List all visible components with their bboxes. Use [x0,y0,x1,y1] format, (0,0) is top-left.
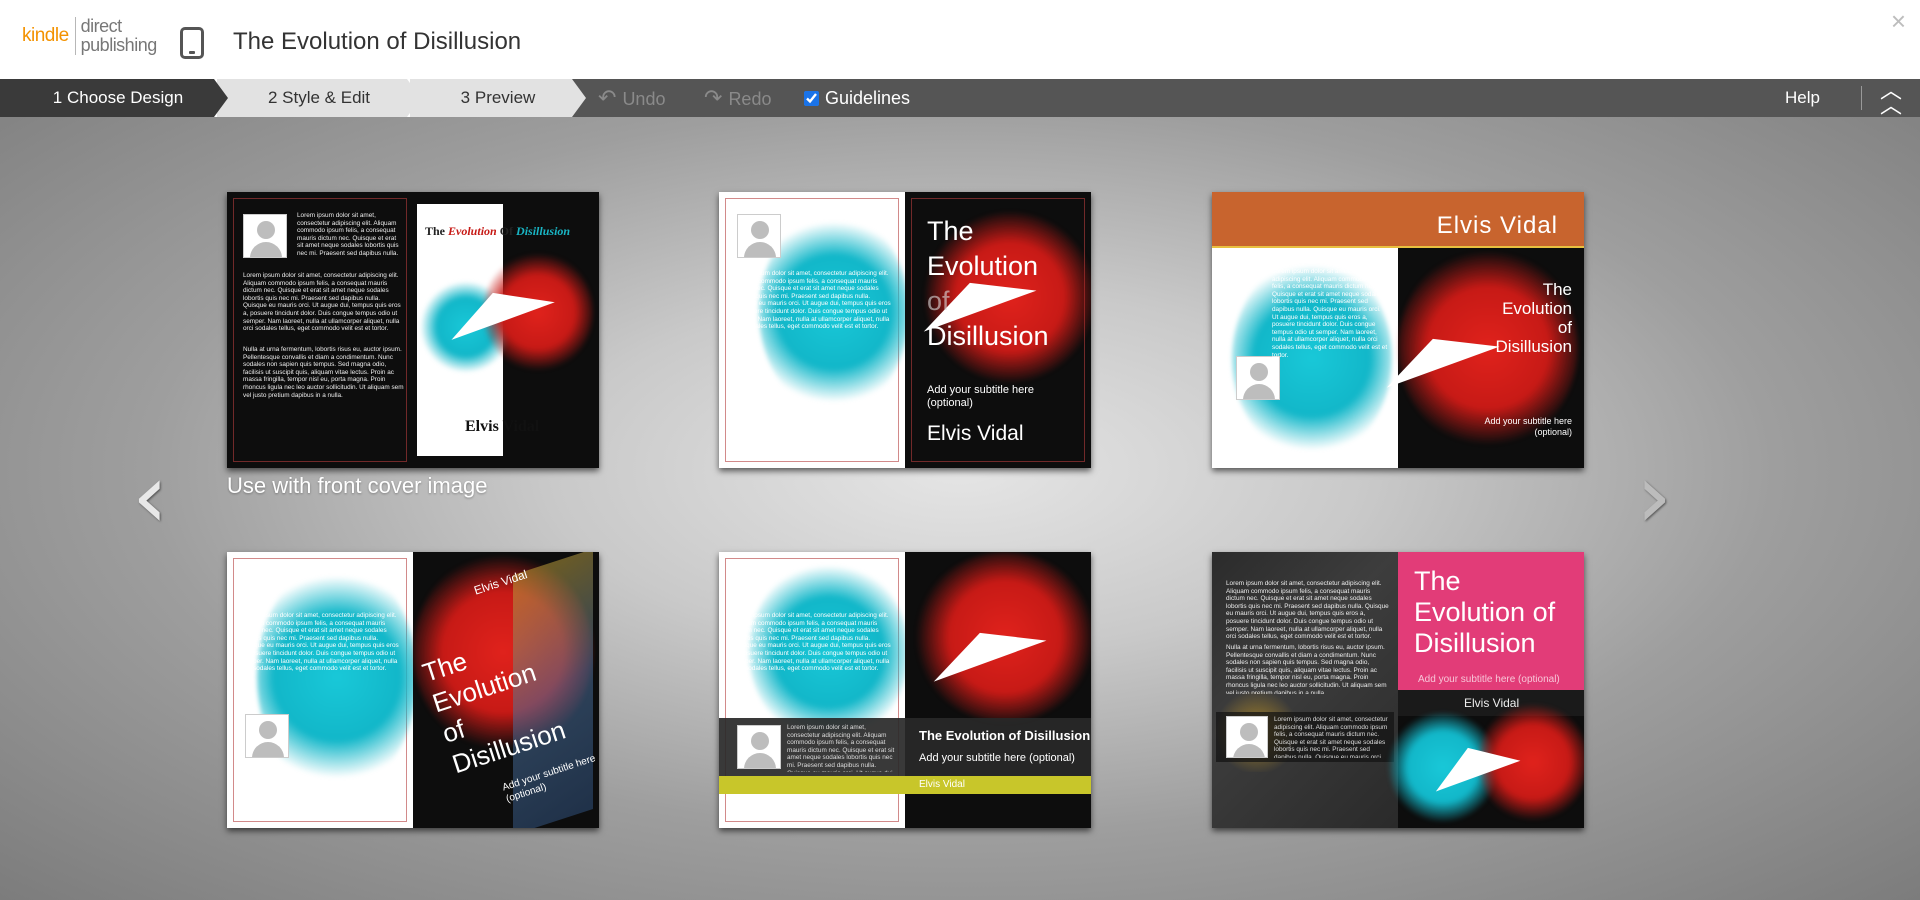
cover-subtitle: Add your subtitle here (optional) [919,752,1075,764]
redo-label: Redo [728,89,772,109]
logo-publishing: publishing [80,35,158,55]
cover-author: Elvis Vidal [465,418,540,435]
title-evolution: Evolution [448,224,497,238]
title-line-2: Evolution [1502,299,1572,318]
logo-kindle: kindle [22,25,69,46]
title-line-4: Disillusion [1495,337,1572,356]
toolbar: 1 Choose Design 2 Style & Edit 3 Preview… [0,79,1920,117]
next-page-chevron-right-icon[interactable]: › [1636,452,1672,542]
tablet-device-icon [180,27,204,59]
back-cover-text: Lorem ipsum dolor sit amet, consectetur … [733,612,891,673]
author-photo-placeholder [1226,716,1268,758]
design-card-1[interactable]: Lorem ipsum dolor sit amet, consectetur … [227,192,599,468]
title-line-1: The [1542,280,1572,299]
title-disillusion: Disillusion [516,224,571,238]
author-photo-placeholder [245,714,289,758]
front-cover: The Evolution of Disillusion Add your su… [905,192,1091,468]
author-photo-placeholder [243,214,287,258]
cover-author: Elvis Vidal [472,567,529,598]
close-icon[interactable]: × [1891,6,1906,37]
author-bio-text: Lorem ipsum dolor sit amet, consectetur … [297,212,399,258]
design-card-3[interactable]: Lorem ipsum dolor sit amet, consectetur … [1212,192,1584,468]
design-card-6[interactable]: Lorem ipsum dolor sit amet, consectetur … [1212,552,1584,828]
cover-title: The Evolution of Disillusion [927,214,1049,354]
back-cover-text: Lorem ipsum dolor sit amet, consectetur … [241,612,399,673]
logo-direct: direct [80,16,123,36]
back-cover-text-2: Nulla at urna fermentum, lobortis risus … [1226,644,1387,694]
cover-author: Elvis Vidal [919,779,965,790]
cover-author: Elvis Vidal [1464,696,1520,710]
logo-separator [74,17,76,55]
cover-author: Elvis Vidal [1436,212,1558,239]
cover-subtitle: Add your subtitle here (optional) [1484,416,1572,437]
book-title: The Evolution of Disillusion [233,28,522,55]
cover-title: The Evolution Of Disillusion [425,224,570,239]
author-photo-placeholder [737,725,781,769]
toolbar-divider [1861,86,1862,110]
help-link[interactable]: Help [1785,79,1820,117]
guidelines-label: Guidelines [825,88,911,108]
front-cover: The Evolution of Disillusion Add your su… [1388,552,1584,828]
title-line-3: Disillusion [1414,628,1536,658]
back-cover: Lorem ipsum dolor sit amet, consectetur … [227,192,413,468]
undo-button[interactable]: ↶ Undo [598,79,665,117]
redo-icon: ↷ [704,85,723,110]
back-cover-text: Lorem ipsum dolor sit amet, consectetur … [733,270,891,331]
cover-subtitle: Add your subtitle here (optional) [927,384,1035,409]
undo-label: Undo [622,89,666,109]
step-choose-design[interactable]: 1 Choose Design [0,79,228,117]
front-cover: Elvis Vidal The Evolution of Disillusion… [413,552,599,828]
title-line-3: of [927,286,950,316]
title-line-1: The [927,216,974,246]
logo-direct-publishing: direct publishing [80,16,158,55]
title-line-3: of [1557,318,1572,337]
front-cover: The Evolution of Disillusion Add your su… [1376,248,1584,468]
author-bio-text: Lorem ipsum dolor sit amet, consectetur … [787,724,895,772]
cover-title: The Evolution of Disillusion [1414,566,1555,659]
design-caption: Use with front cover image [227,473,488,498]
back-cover-text: Lorem ipsum dolor sit amet, consectetur … [243,272,401,333]
back-cover-text: Lorem ipsum dolor sit amet, consectetur … [1272,268,1388,359]
design-card-2[interactable]: Lorem ipsum dolor sit amet, consectetur … [719,192,1091,468]
kdp-logo: kindle direct publishing [22,16,157,56]
guidelines-toggle[interactable]: Guidelines [804,79,910,117]
guidelines-checkbox[interactable] [804,90,819,106]
title-line-4: Disillusion [927,321,1049,351]
redo-button[interactable]: ↷ Redo [704,79,771,117]
step-preview[interactable]: 3 Preview [410,79,586,117]
title-the: The [425,224,446,238]
lime-author-band [719,776,1091,794]
author-bio-text: Lorem ipsum dolor sit amet, consectetur … [1274,716,1388,758]
undo-icon: ↶ [598,85,617,110]
front-cover: The Evolution Of Disillusion Elvis Vidal [413,192,599,468]
step-style-edit[interactable]: 2 Style & Edit [217,79,421,117]
cover-title: The Evolution of Disillusion [919,728,1091,743]
title-of: Of [499,224,514,238]
author-photo-placeholder [737,214,781,258]
cover-title: The Evolution of Disillusion [1495,280,1572,356]
design-gallery: ‹ › Lorem ipsum dolor sit amet, consecte… [0,117,1920,900]
cover-subtitle: Add your subtitle here (optional) [1418,674,1560,685]
cover-author: Elvis Vidal [927,422,1024,445]
back-cover: Lorem ipsum dolor sit amet, consectetur … [1212,552,1398,828]
back-cover: Lorem ipsum dolor sit amet, consectetur … [1212,248,1398,468]
title-line-2: Evolution [927,251,1039,281]
wizard-steps: 1 Choose Design 2 Style & Edit 3 Preview [0,79,586,117]
back-cover-text-2: Nulla at urna fermentum, lobortis risus … [243,346,404,399]
design-card-5[interactable]: Lorem ipsum dolor sit amet, consectetur … [719,552,1091,828]
prev-page-chevron-left-icon[interactable]: ‹ [132,452,168,542]
cover-title: The Evolution of Disillusion [419,622,570,780]
title-line-1: The [1414,566,1461,596]
title-line-2: Evolution of [1414,597,1556,627]
back-cover-text: Lorem ipsum dolor sit amet, consectetur … [1226,580,1389,640]
collapse-chevron-up-icon[interactable]: ︿ ︿ [1880,80,1902,117]
back-cover: Lorem ipsum dolor sit amet, consectetur … [719,192,909,468]
design-card-4[interactable]: Lorem ipsum dolor sit amet, consectetur … [227,552,599,828]
app-header: kindle direct publishing The Evolution o… [0,0,1920,79]
